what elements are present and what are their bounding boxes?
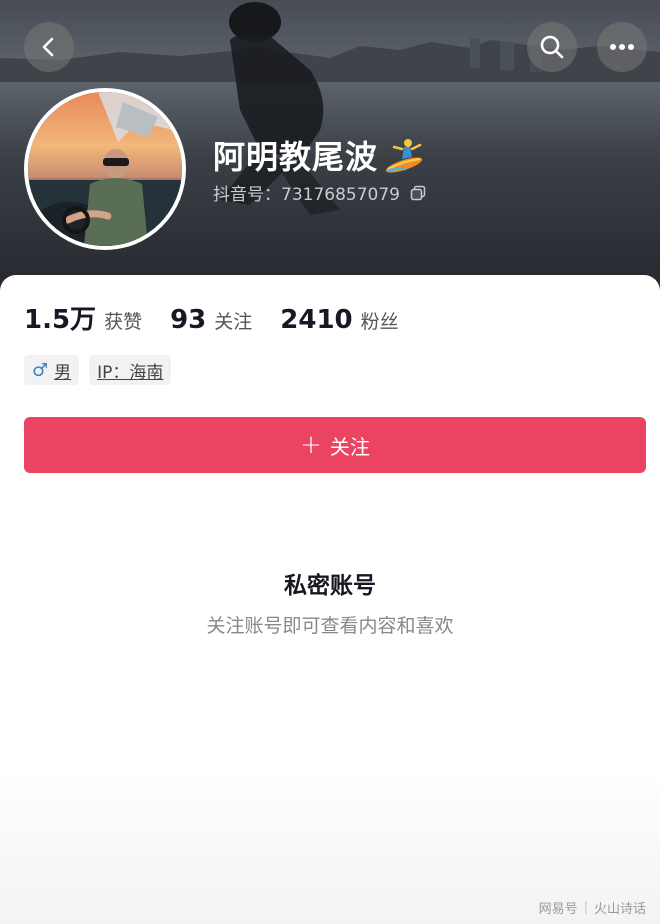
stat-likes-label: 获赞 [104,311,143,333]
copy-icon[interactable] [410,185,426,201]
surfing-emoji-icon [385,139,423,173]
avatar-photo [28,92,182,246]
gender-tag-text: 男 [54,362,72,383]
profile-nickname: 阿明教尾波 [213,132,424,178]
stat-following-label: 关注 [214,311,253,333]
stat-likes[interactable]: 1.5万 获赞 [24,299,142,336]
watermark: 网易号 | 火山诗话 [539,898,646,917]
ip-tag-text: IP：海南 [97,362,164,383]
watermark-left: 网易号 [538,902,578,917]
private-account-title: 私密账号 [284,573,376,599]
stat-followers[interactable]: 2410 粉丝 [280,305,398,335]
profile-stats: 1.5万 获赞 93 关注 2410 粉丝 [24,299,427,336]
stat-following[interactable]: 93 关注 [170,305,252,335]
private-account-description: 关注账号即可查看内容和喜欢 [206,615,454,637]
watermark-right: 火山诗话 [593,902,646,917]
profile-tags: ♂ 男 IP：海南 [24,355,172,385]
follow-button-label: 关注 [329,434,370,459]
search-icon [540,35,564,59]
stat-followers-label: 粉丝 [360,311,399,333]
more-icon [610,44,634,50]
male-icon: ♂ [32,359,49,381]
watermark-separator: | [583,900,588,915]
avatar[interactable] [24,88,186,250]
stat-likes-value: 1.5万 [24,305,97,335]
plus-icon: + [300,430,322,460]
stat-followers-value: 2410 [280,305,353,335]
douyin-id-row: 抖音号：73176857079 [213,180,426,205]
back-icon [42,37,54,57]
stat-following-value: 93 [170,305,207,335]
more-button[interactable] [597,22,647,72]
nickname-text: 阿明教尾波 [213,138,379,176]
search-button[interactable] [527,22,577,72]
back-button[interactable] [24,22,74,72]
follow-button[interactable]: + 关注 [24,417,646,473]
gender-tag: ♂ 男 [24,355,80,385]
douyin-id-text: 抖音号：73176857079 [213,185,400,205]
ip-tag: IP：海南 [89,355,172,385]
